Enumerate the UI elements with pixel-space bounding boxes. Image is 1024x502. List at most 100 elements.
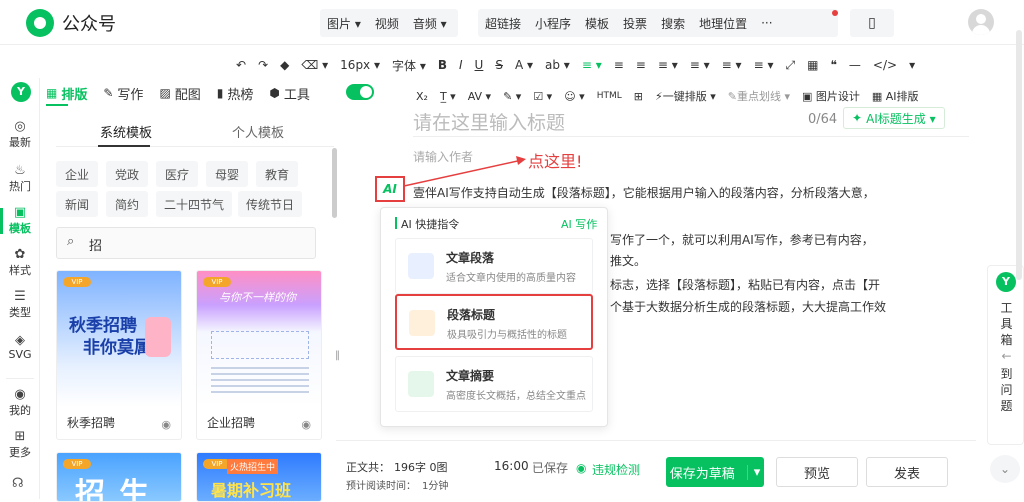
emoji-icon[interactable]: ☺ ▾ xyxy=(558,90,591,103)
tag-enterprise[interactable]: 企业 xyxy=(56,161,98,187)
align-right-icon[interactable]: ≡ xyxy=(630,58,652,72)
search-input[interactable]: 招 xyxy=(89,235,102,254)
nav-more[interactable]: ⊞ 更多 xyxy=(0,430,40,460)
quote-icon[interactable]: ❝ xyxy=(824,58,842,72)
app-logo[interactable]: 公众号 xyxy=(26,9,116,37)
template-card[interactable]: VIP 秋季招聘 非你莫属 秋季招聘 ◉ xyxy=(56,270,182,440)
italic-icon[interactable]: I xyxy=(453,58,469,72)
plugin-logo-icon[interactable]: Y xyxy=(11,82,31,102)
nav-template[interactable]: ▣ 模板 xyxy=(0,206,40,236)
brush-icon[interactable]: ✎ ▾ xyxy=(497,90,527,103)
menu-audio[interactable]: 音频 ▾ xyxy=(406,15,454,32)
command-article-paragraph[interactable]: 文章段落 适合文章内使用的高质量内容 xyxy=(395,238,593,294)
line-height-icon[interactable]: ≡ ▾ xyxy=(652,58,684,72)
template-card[interactable]: VIP 招生 xyxy=(56,452,182,502)
tab-layout[interactable]: ▦ 排版 xyxy=(46,82,87,104)
font-family-select[interactable]: 字体 ▾ xyxy=(386,57,432,74)
tab-images[interactable]: ▨ 配图 xyxy=(159,82,200,104)
one-key-layout-button[interactable]: ⚡一键排版 ▾ xyxy=(649,88,722,104)
ai-title-button[interactable]: ✦ AI标题生成 ▾ xyxy=(843,107,945,129)
template-card[interactable]: VIP 与你不一样的你 企业招聘 ◉ xyxy=(196,270,322,440)
personal-templates-tab[interactable]: 个人模板 xyxy=(232,122,284,141)
menu-hyperlink[interactable]: 超链接 xyxy=(478,15,528,32)
nav-latest[interactable]: ◎ 最新 xyxy=(0,120,40,150)
user-avatar[interactable] xyxy=(968,9,994,35)
tab-writing[interactable]: ✎ 写作 xyxy=(103,82,143,104)
underline-icon[interactable]: U xyxy=(469,58,490,72)
title-input[interactable]: 请在这里输入标题 xyxy=(413,108,565,135)
format-painter-icon[interactable]: ◆ xyxy=(274,58,295,72)
violation-check-link[interactable]: 违规检测 xyxy=(592,461,640,478)
subscript-icon[interactable]: X₂ xyxy=(410,90,434,103)
ai-write-link[interactable]: AI 写作 xyxy=(561,216,597,232)
menu-template[interactable]: 模板 xyxy=(578,15,616,32)
para-spacing-icon[interactable]: ≡ ▾ xyxy=(684,58,716,72)
nav-type[interactable]: ☰ 类型 xyxy=(0,290,40,320)
nav-hot[interactable]: ♨ 热门 xyxy=(0,164,40,194)
ordered-list-icon[interactable]: ≡ ▾ xyxy=(748,58,780,72)
font-color-icon[interactable]: A ▾ xyxy=(509,58,539,72)
text-style-icon[interactable]: T̲ ▾ xyxy=(434,90,462,103)
page-scrollbar[interactable] xyxy=(1016,30,1022,280)
divider-icon[interactable]: — xyxy=(843,58,867,72)
nav-svg[interactable]: ◈ SVG xyxy=(0,334,40,362)
tag-festivals[interactable]: 传统节日 xyxy=(238,191,302,217)
table-icon[interactable]: ▦ xyxy=(801,58,824,72)
preview-button[interactable]: 预览 xyxy=(776,457,858,487)
code-icon[interactable]: </> xyxy=(867,58,903,72)
strikethrough-icon[interactable]: S xyxy=(489,58,509,72)
tag-simple[interactable]: 简约 xyxy=(106,191,148,217)
image-design-button[interactable]: ▣ 图片设计 xyxy=(796,88,866,104)
toolbox-panel[interactable]: Y 工 具 箱 ← 到 问 题 xyxy=(987,265,1024,445)
menu-video[interactable]: 视频 xyxy=(368,15,406,32)
menu-vote[interactable]: 投票 xyxy=(616,15,654,32)
panel-resize-handle[interactable]: ‖ xyxy=(335,350,340,361)
save-draft-button[interactable]: 保存为草稿 ▾ xyxy=(666,457,764,487)
menu-location[interactable]: 地理位置 xyxy=(692,15,754,32)
menu-miniprogram[interactable]: 小程序 xyxy=(528,15,578,32)
toolbox-icon[interactable]: ⊞ xyxy=(628,90,649,103)
font-size-select[interactable]: 16px ▾ xyxy=(334,58,386,72)
command-paragraph-title[interactable]: 段落标题 极具吸引力与概括性的标题 xyxy=(395,294,593,350)
ai-write-icon[interactable]: AI xyxy=(375,176,405,202)
tag-solar-terms[interactable]: 二十四节气 xyxy=(156,191,232,217)
list-icon[interactable]: ≡ ▾ xyxy=(716,58,748,72)
align-center-icon[interactable]: ≡ xyxy=(608,58,630,72)
panel-scrollbar[interactable] xyxy=(332,148,337,218)
preview-eye-icon[interactable]: ◉ xyxy=(161,418,171,431)
bold-icon[interactable]: B xyxy=(432,58,453,72)
scroll-down-button[interactable]: ⌄ xyxy=(990,455,1020,483)
menu-image[interactable]: 图片 ▾ xyxy=(320,15,368,32)
tag-medical[interactable]: 医疗 xyxy=(156,161,198,187)
nav-style[interactable]: ✿ 样式 xyxy=(0,248,40,278)
publish-button[interactable]: 发表 xyxy=(866,457,948,487)
tag-news[interactable]: 新闻 xyxy=(56,191,98,217)
ai-layout-button[interactable]: ▦ AI排版 xyxy=(866,88,925,104)
letter-spacing-icon[interactable]: AV ▾ xyxy=(462,90,497,103)
redo-icon[interactable]: ↷ xyxy=(252,58,274,72)
more-tools-icon[interactable]: ▾ xyxy=(903,58,921,72)
preview-eye-icon[interactable]: ◉ xyxy=(301,418,311,431)
menu-search[interactable]: 搜索 xyxy=(654,15,692,32)
html-icon[interactable]: HTML xyxy=(591,91,628,101)
undo-icon[interactable]: ↶ xyxy=(230,58,252,72)
mobile-preview-button[interactable]: ▯ xyxy=(850,9,894,37)
headset-icon[interactable]: ☊ xyxy=(12,476,24,491)
chevron-down-icon[interactable]: ▾ xyxy=(746,464,760,480)
tag-maternal[interactable]: 母婴 xyxy=(206,161,248,187)
menu-more[interactable]: ··· xyxy=(754,16,779,30)
command-article-summary[interactable]: 文章摘要 高密度长文概括，总结全文重点 xyxy=(395,356,593,412)
tab-tools[interactable]: ⬢ 工具 xyxy=(269,82,310,104)
tag-party[interactable]: 党政 xyxy=(106,161,148,187)
nav-mine[interactable]: ◉ 我的 xyxy=(0,388,40,418)
clear-format-icon[interactable]: ⌫ ▾ xyxy=(295,58,334,72)
panel-toggle[interactable] xyxy=(346,84,374,100)
template-card[interactable]: VIP 火热招生中 暑期补习班 xyxy=(196,452,322,502)
highlight-icon[interactable]: ab ▾ xyxy=(539,58,576,72)
tab-hotlist[interactable]: ▮ 热榜 xyxy=(217,82,254,104)
align-left-icon[interactable]: ≡ ▾ xyxy=(576,58,608,72)
system-templates-tab[interactable]: 系统模板 xyxy=(100,122,152,141)
template-search-box[interactable]: ⌕ 招 xyxy=(56,227,316,259)
checkbox-icon[interactable]: ☑ ▾ xyxy=(527,90,558,103)
key-line-button[interactable]: ✎重点划线 ▾ xyxy=(722,88,796,104)
